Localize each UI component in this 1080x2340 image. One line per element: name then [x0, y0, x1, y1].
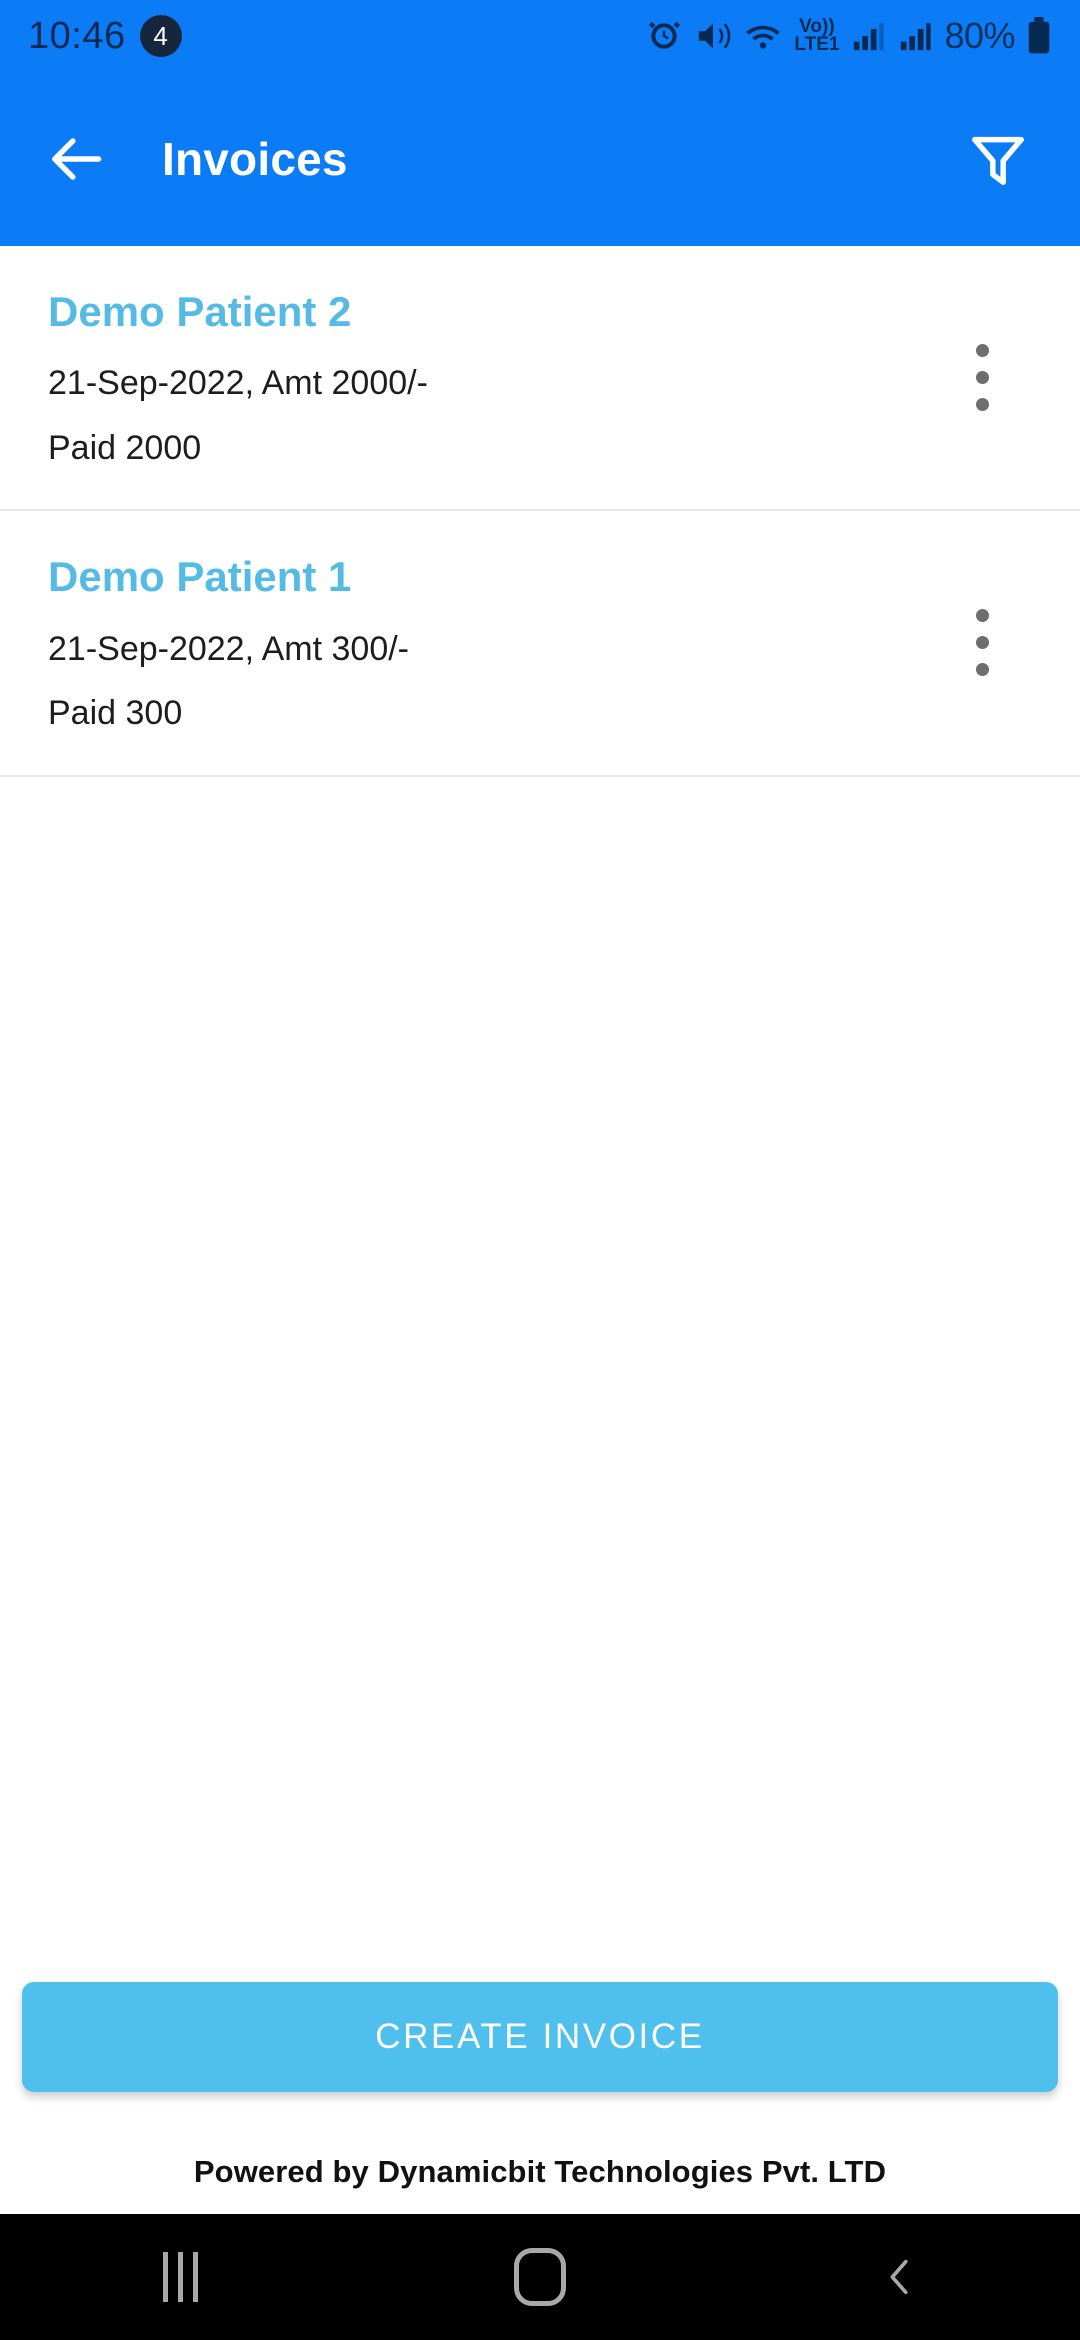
menu-dot	[975, 609, 989, 623]
invoice-date-amount: 21-Sep-2022, Amt 2000/-	[48, 364, 428, 403]
table-row[interactable]: Demo Patient 1 21-Sep-2022, Amt 300/- Pa…	[0, 511, 1080, 777]
wifi-icon	[746, 25, 781, 49]
invoice-list: Demo Patient 2 21-Sep-2022, Amt 2000/- P…	[0, 246, 1080, 777]
battery-icon	[1028, 17, 1050, 54]
status-clock: 10:46	[28, 15, 126, 57]
status-bar-left: 10:46 4	[28, 15, 182, 57]
back-arrow-icon	[52, 138, 102, 180]
overflow-menu-icon[interactable]	[954, 333, 1010, 423]
menu-dot	[975, 663, 989, 677]
invoice-paid-amount: Paid 2000	[48, 428, 202, 467]
menu-dot	[975, 344, 989, 358]
bottom-action-area: CREATE INVOICE Powered by Dynamicbit Tec…	[0, 1982, 1080, 2190]
footer-powered-by: Powered by Dynamicbit Technologies Pvt. …	[193, 2154, 887, 2189]
back-button[interactable]	[42, 123, 114, 195]
menu-dot	[975, 371, 989, 385]
signal-bars-1-icon	[854, 23, 885, 51]
create-invoice-button[interactable]: CREATE INVOICE	[22, 1982, 1058, 2092]
menu-dot	[975, 398, 989, 412]
invoice-paid-amount: Paid 300	[48, 694, 183, 733]
table-row[interactable]: Demo Patient 2 21-Sep-2022, Amt 2000/- P…	[0, 246, 1080, 512]
invoice-patient-name: Demo Patient 2	[48, 288, 352, 335]
invoice-patient-name: Demo Patient 1	[48, 553, 352, 601]
volte-lte1-icon: Vo)) LTE1	[794, 17, 840, 55]
mute-vibrate-icon	[699, 23, 731, 49]
overflow-menu-icon[interactable]	[954, 598, 1010, 688]
nav-back-icon	[890, 2259, 908, 2295]
signal-bars-2-icon	[901, 23, 932, 51]
nav-recents-button[interactable]	[0, 2214, 360, 2340]
recents-icon	[162, 2252, 198, 2302]
home-icon	[514, 2248, 566, 2306]
menu-dot	[975, 636, 989, 650]
lte1-label: LTE1	[794, 34, 840, 55]
page-title: Invoices	[162, 133, 348, 185]
battery-percent-label: 80%	[944, 15, 1015, 56]
app-bar: Invoices	[0, 72, 1080, 246]
alarm-icon	[649, 21, 681, 49]
filter-button[interactable]	[958, 119, 1038, 199]
notification-count-badge: 4	[139, 15, 182, 57]
filter-funnel-icon	[972, 136, 1024, 185]
nav-home-button[interactable]	[360, 2214, 720, 2340]
status-bar: 10:46 4 Vo)) LTE1 80%	[0, 0, 1080, 72]
invoice-date-amount: 21-Sep-2022, Amt 300/-	[48, 629, 410, 668]
android-navigation-bar	[0, 2214, 1080, 2340]
nav-back-button[interactable]	[720, 2214, 1080, 2340]
status-bar-right: Vo)) LTE1 80%	[645, 17, 1052, 55]
